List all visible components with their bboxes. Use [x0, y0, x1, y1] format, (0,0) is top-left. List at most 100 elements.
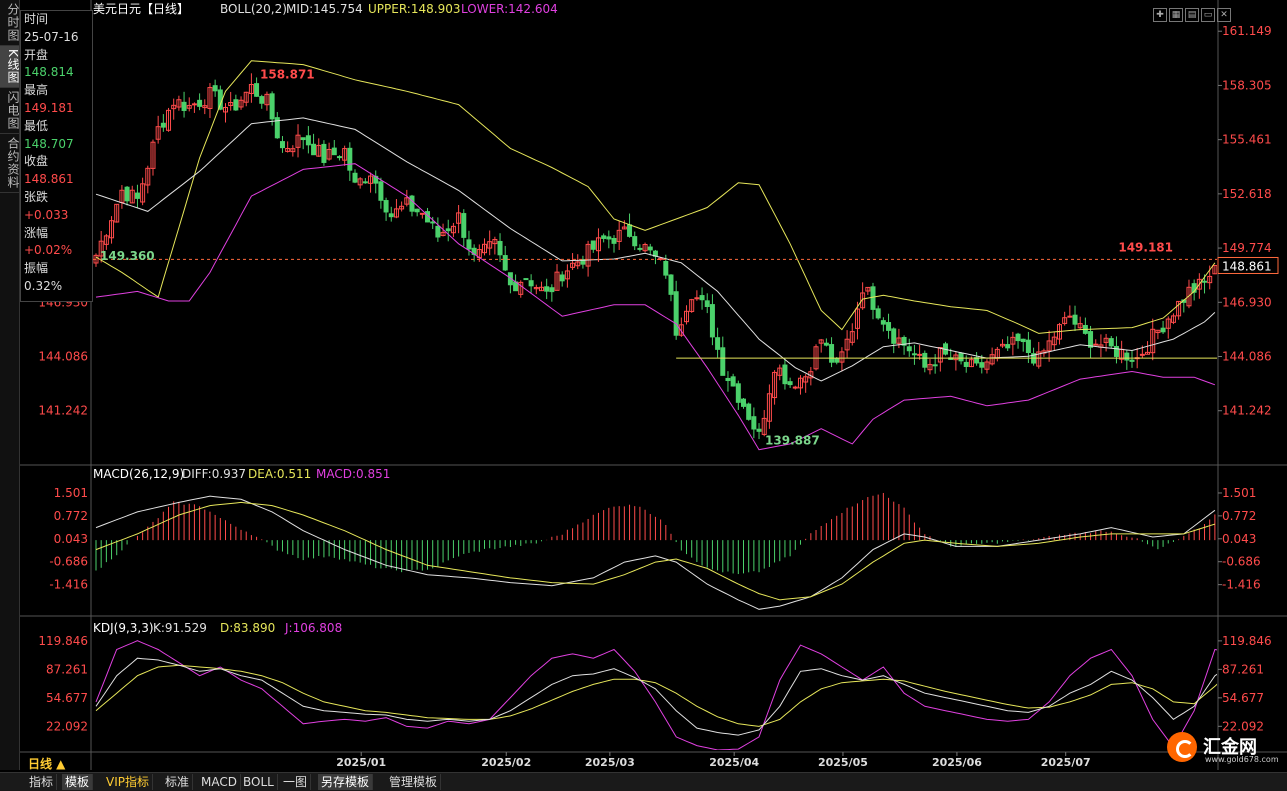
candle-body	[197, 99, 203, 107]
candle	[937, 346, 943, 372]
candle	[741, 398, 746, 409]
macd-tick-right-2: 0.043	[1222, 532, 1256, 546]
candle	[300, 137, 306, 150]
kdj-tick-left-0: 119.846	[38, 634, 88, 648]
candle	[549, 284, 555, 302]
candle-body	[1139, 353, 1145, 356]
tab-flash[interactable]: 闪电图	[0, 88, 20, 134]
main-tick-right-1: 158.305	[1222, 78, 1272, 92]
candle	[93, 253, 99, 267]
time-label: 时间	[24, 12, 49, 26]
candle	[523, 278, 529, 281]
candle-body	[886, 322, 892, 331]
candle	[1000, 339, 1005, 348]
candle-body	[1072, 314, 1078, 325]
macd-tick-right-0: 1.501	[1222, 486, 1256, 500]
tab-contract[interactable]: 合约资料	[0, 134, 20, 193]
candle	[207, 83, 213, 118]
tab-timeshare[interactable]: 分时图	[0, 0, 20, 46]
macd-tick-right-1: 0.772	[1222, 509, 1256, 523]
change-value: +0.033	[24, 207, 69, 222]
layout-icon[interactable]: ▤	[1185, 8, 1199, 22]
candle	[155, 115, 161, 144]
candle	[673, 280, 679, 340]
logo-url: www.gold678.com	[1205, 755, 1279, 764]
btn-boll[interactable]: BOLL	[240, 774, 278, 790]
close-icon[interactable]: ✕	[1217, 8, 1231, 22]
candle-body	[958, 352, 964, 362]
btn-macd[interactable]: MACD	[198, 774, 241, 790]
main-tick-right-7: 141.242	[1222, 404, 1272, 418]
main-tick-right-2: 155.461	[1222, 133, 1272, 147]
candle	[259, 94, 265, 109]
candle	[134, 184, 140, 209]
candle-body	[823, 342, 829, 346]
candle	[1129, 350, 1135, 368]
grid-icon[interactable]: ▦	[1169, 8, 1183, 22]
candle	[606, 230, 612, 249]
candle	[1170, 313, 1176, 325]
amp-value: 0.32%	[24, 278, 63, 293]
candle	[357, 177, 363, 189]
candle-body	[637, 247, 643, 250]
candle	[160, 114, 166, 132]
candle	[865, 286, 871, 295]
btn-save-template[interactable]: 另存模板	[318, 774, 374, 790]
brand-logo: 汇金网 www.gold678.com	[1165, 728, 1280, 768]
btn-template[interactable]: 模板	[62, 774, 94, 790]
price-panel[interactable]	[93, 60, 1217, 451]
candle	[285, 141, 291, 153]
candle-body	[917, 353, 923, 356]
macd-tick-right-3: -0.686	[1222, 555, 1261, 569]
candle	[797, 375, 803, 395]
period-selector[interactable]: 日线 ▲	[28, 755, 65, 772]
candle	[1124, 350, 1130, 370]
btn-standard[interactable]: 标准	[162, 774, 194, 790]
candle-body	[461, 213, 467, 238]
candle	[1010, 331, 1016, 356]
candle-body	[321, 143, 327, 163]
time-value: 25-07-16	[24, 29, 79, 44]
crosshair-icon[interactable]: ✚	[1153, 8, 1167, 22]
candle	[1062, 311, 1068, 326]
open-label: 开盘	[24, 47, 49, 62]
window-icon[interactable]: ▭	[1201, 8, 1215, 22]
kdj-d-line	[95, 664, 1217, 727]
candle-body	[870, 286, 876, 310]
candle	[171, 98, 177, 120]
macd-panel[interactable]	[95, 492, 1216, 610]
kdj-k-line	[95, 657, 1217, 736]
btn-indicator[interactable]: 指标	[26, 774, 58, 790]
candle	[891, 327, 897, 354]
diff-line	[95, 495, 1216, 610]
btn-single-view[interactable]: 一图	[280, 774, 312, 790]
close-label: 收盘	[24, 154, 49, 169]
tab-kline[interactable]: K线图	[0, 46, 20, 88]
macd-dea: DEA:0.511	[248, 467, 311, 481]
candle	[911, 344, 917, 365]
kdj-tick-right-1: 87.261	[1222, 662, 1264, 676]
candle	[554, 264, 560, 291]
candle	[787, 377, 793, 388]
btn-manage-template[interactable]: 管理模板	[386, 774, 442, 790]
candle	[342, 145, 348, 166]
main-tick-left-6: 144.086	[38, 350, 88, 364]
macd-tick-left-0: 1.501	[54, 486, 88, 500]
change-label: 张跌	[24, 189, 49, 204]
candle	[570, 253, 576, 271]
candle	[404, 189, 410, 207]
candle-body	[751, 416, 757, 430]
candle-body	[383, 200, 389, 213]
candle-body	[378, 181, 384, 201]
candle	[1005, 336, 1011, 351]
btn-vip-indicator[interactable]: VIP指标	[103, 774, 153, 790]
kdj-panel[interactable]	[95, 640, 1230, 750]
candle	[223, 103, 228, 123]
candle-body	[590, 240, 596, 250]
candle	[445, 219, 451, 242]
current-price-label: 148.861	[1222, 259, 1272, 273]
candle-body	[730, 376, 736, 387]
start-annotation: 149.360	[100, 249, 155, 263]
candle-body	[1093, 343, 1099, 346]
candle	[129, 185, 135, 204]
